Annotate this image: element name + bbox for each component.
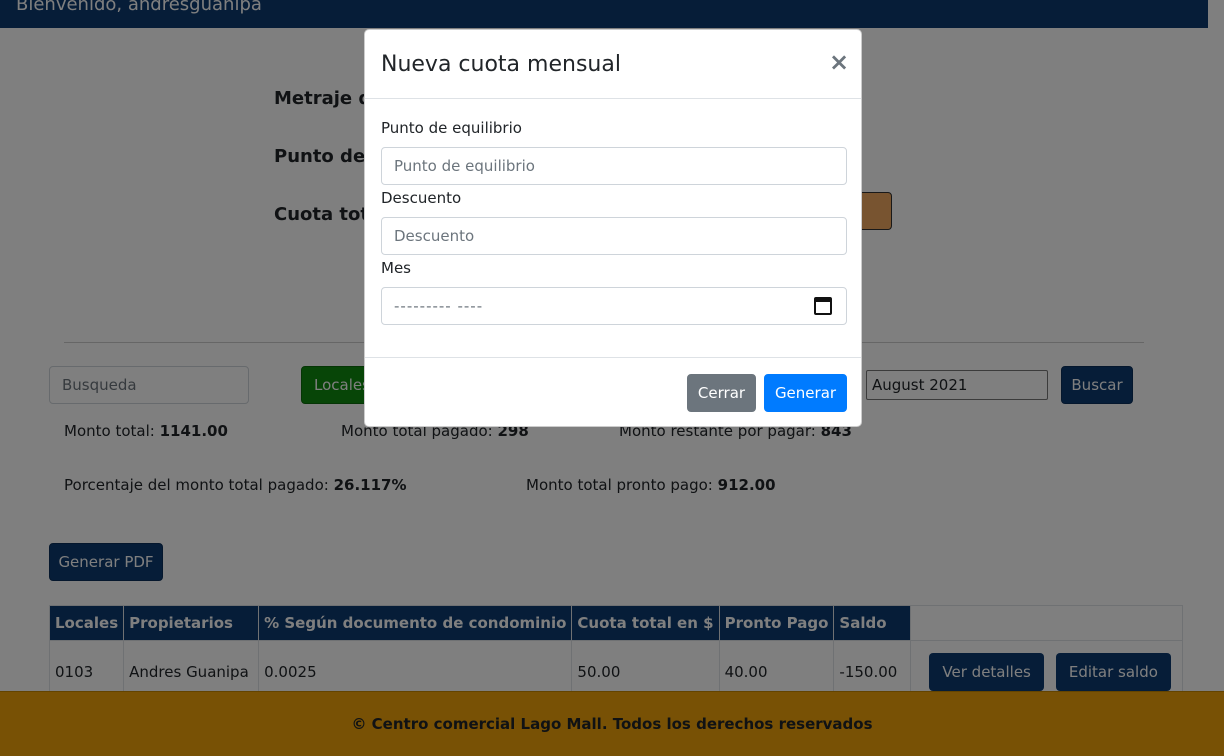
modal-header-divider [365, 98, 861, 99]
month-date-placeholder: --------- ---- [394, 297, 484, 315]
month-label: Mes [381, 259, 411, 277]
month-date-input[interactable]: --------- ---- [381, 287, 847, 325]
break-even-input[interactable]: Punto de equilibrio [381, 147, 847, 185]
generate-button[interactable]: Generar [764, 374, 847, 412]
break-even-label: Punto de equilibrio [381, 119, 522, 137]
modal-footer-divider [365, 357, 861, 358]
new-fee-modal: Nueva cuota mensual × Punto de equilibri… [364, 29, 862, 427]
close-icon[interactable]: × [829, 48, 849, 76]
discount-input[interactable]: Descuento [381, 217, 847, 255]
modal-title: Nueva cuota mensual [381, 52, 621, 77]
discount-label: Descuento [381, 189, 462, 207]
close-button[interactable]: Cerrar [687, 374, 756, 412]
calendar-icon[interactable] [814, 297, 832, 315]
